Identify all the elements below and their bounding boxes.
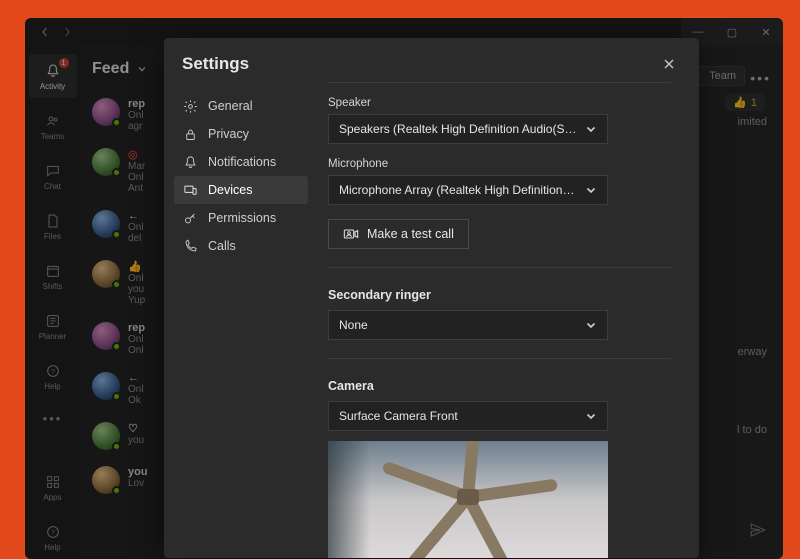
- chevron-down-icon: [585, 319, 597, 331]
- settings-title: Settings: [182, 54, 249, 74]
- camera-preview: Preview: [328, 441, 608, 558]
- nav-calls[interactable]: Calls: [174, 232, 308, 260]
- phone-icon: [182, 238, 198, 254]
- chevron-down-icon: [585, 184, 597, 196]
- chevron-down-icon: [585, 410, 597, 422]
- close-button[interactable]: [657, 52, 681, 76]
- key-icon: [182, 210, 198, 226]
- camera-title: Camera: [328, 379, 671, 393]
- test-call-icon: [343, 227, 359, 241]
- close-icon: [663, 58, 675, 70]
- nav-privacy[interactable]: Privacy: [174, 120, 308, 148]
- camera-dropdown[interactable]: Surface Camera Front: [328, 401, 608, 431]
- nav-general[interactable]: General: [174, 92, 308, 120]
- chevron-down-icon: [585, 123, 597, 135]
- secondary-ringer-title: Secondary ringer: [328, 288, 671, 302]
- divider: [328, 358, 671, 359]
- microphone-label: Microphone: [328, 158, 671, 170]
- divider: [328, 82, 671, 83]
- nav-notifications[interactable]: Notifications: [174, 148, 308, 176]
- devices-icon: [182, 182, 198, 198]
- speaker-label: Speaker: [328, 97, 671, 109]
- lock-icon: [182, 126, 198, 142]
- gear-icon: [182, 98, 198, 114]
- speaker-dropdown[interactable]: Speakers (Realtek High Definition Audio(…: [328, 114, 608, 144]
- app-window: — ▢ ✕ Activity 1 Teams: [25, 18, 783, 559]
- secondary-ringer-dropdown[interactable]: None: [328, 310, 608, 340]
- test-call-button[interactable]: Make a test call: [328, 219, 469, 249]
- microphone-dropdown[interactable]: Microphone Array (Realtek High Definitio…: [328, 175, 608, 205]
- nav-permissions[interactable]: Permissions: [174, 204, 308, 232]
- settings-nav: General Privacy Notifications: [164, 82, 314, 558]
- settings-content: Speaker Speakers (Realtek High Definitio…: [314, 82, 699, 558]
- divider: [328, 267, 671, 268]
- nav-devices[interactable]: Devices: [174, 176, 308, 204]
- settings-dialog: Settings General Privacy: [164, 38, 699, 558]
- bell-icon: [182, 154, 198, 170]
